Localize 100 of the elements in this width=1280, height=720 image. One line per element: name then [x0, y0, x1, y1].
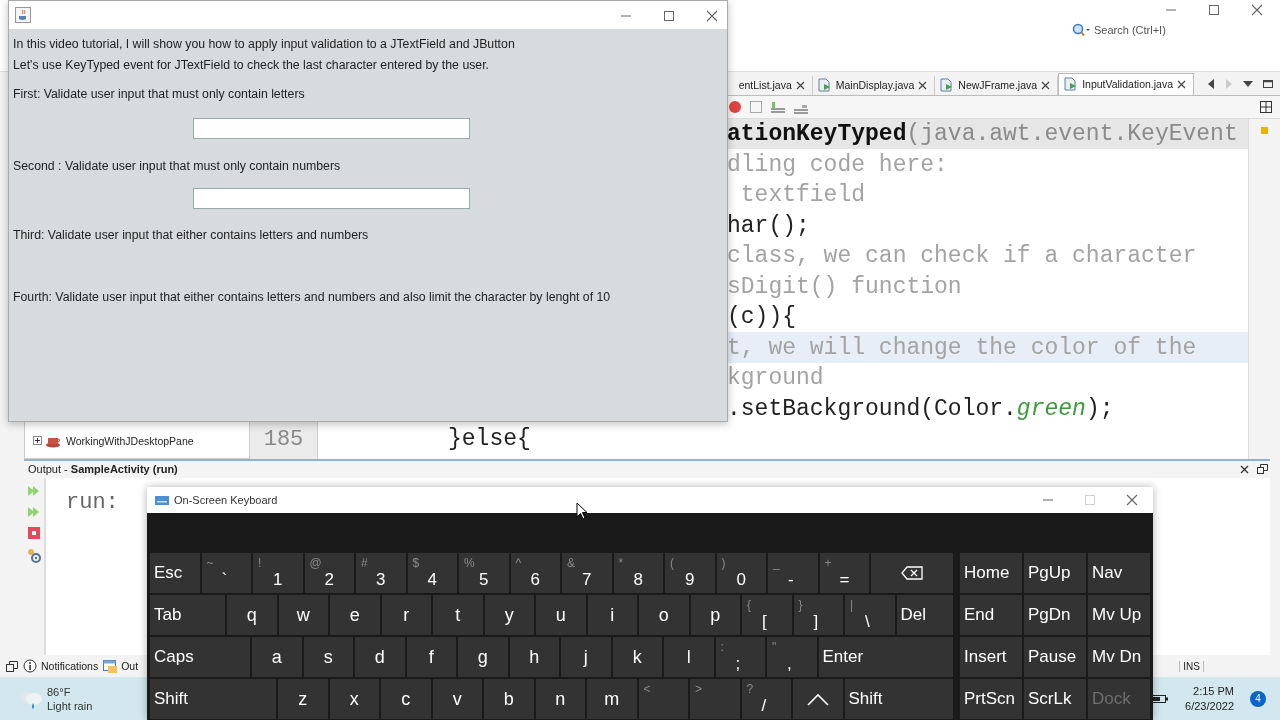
- key[interactable]: Home: [960, 553, 1022, 593]
- close-icon[interactable]: [1240, 464, 1249, 474]
- search-field[interactable]: Search (Ctrl+I): [1072, 23, 1178, 37]
- key[interactable]: a: [252, 637, 302, 677]
- editor-tab[interactable]: NewJFrame.java: [935, 75, 1059, 95]
- key[interactable]: Pause: [1024, 637, 1086, 677]
- key[interactable]: PgUp: [1024, 553, 1086, 593]
- key[interactable]: } ]: [793, 595, 843, 635]
- settings-icon[interactable]: [26, 546, 42, 563]
- key[interactable]: h: [509, 637, 559, 677]
- key[interactable]: : ;: [715, 637, 765, 677]
- key[interactable]: s: [303, 637, 353, 677]
- search-icon[interactable]: [1072, 23, 1090, 37]
- key[interactable]: j: [561, 637, 611, 677]
- clock[interactable]: 2:15 PM 6/23/2022: [1185, 683, 1234, 714]
- key[interactable]: u: [536, 595, 586, 635]
- key[interactable]: { [: [742, 595, 792, 635]
- key[interactable]: ! 1: [253, 553, 303, 593]
- key[interactable]: Esc: [150, 553, 200, 593]
- key[interactable]: Mv Up: [1088, 595, 1150, 635]
- close-icon[interactable]: [1125, 494, 1139, 506]
- key[interactable]: w: [278, 595, 328, 635]
- key[interactable]: r: [381, 595, 431, 635]
- key[interactable]: Shift: [844, 679, 953, 719]
- close-icon[interactable]: [705, 9, 719, 22]
- text-field[interactable]: [193, 118, 470, 139]
- expand-icon[interactable]: [33, 436, 42, 446]
- key[interactable]: " ,: [767, 637, 817, 677]
- maximize-icon[interactable]: [1262, 77, 1274, 90]
- close-icon[interactable]: [1177, 79, 1186, 89]
- up-key[interactable]: [793, 679, 843, 719]
- key[interactable]: ) 0: [716, 553, 766, 593]
- key[interactable]: Caps: [150, 637, 250, 677]
- restore-icon[interactable]: [1257, 464, 1268, 475]
- key[interactable]: ( 9: [665, 553, 715, 593]
- key[interactable]: Shift: [150, 679, 276, 719]
- scroll-left-icon[interactable]: [1206, 77, 1216, 90]
- key[interactable]: i: [587, 595, 637, 635]
- restore-window-icon[interactable]: [6, 660, 18, 672]
- key[interactable]: c: [381, 679, 431, 719]
- key[interactable]: o: [639, 595, 689, 635]
- key[interactable]: m: [587, 679, 637, 719]
- weather-widget[interactable]: 86°F Light rain: [18, 684, 93, 713]
- close-icon[interactable]: [918, 80, 928, 90]
- editor-tab[interactable]: InputValidation.java: [1058, 72, 1194, 95]
- key[interactable]: n: [535, 679, 585, 719]
- key[interactable]: PrtScn: [960, 679, 1022, 719]
- battery-icon[interactable]: [1151, 693, 1170, 704]
- editor-tab[interactable]: entList.java: [736, 75, 813, 95]
- tree-item[interactable]: WorkingWithJDesktopPane: [66, 434, 194, 447]
- notification-badge[interactable]: 4: [1250, 690, 1266, 707]
- key[interactable]: | \: [845, 595, 895, 635]
- key[interactable]: + =: [819, 553, 869, 593]
- key[interactable]: b: [484, 679, 534, 719]
- text-field[interactable]: [193, 188, 470, 209]
- status-item[interactable]: Notifications: [23, 658, 99, 674]
- key[interactable]: f: [406, 637, 456, 677]
- key[interactable]: @ 2: [304, 553, 354, 593]
- key[interactable]: y: [484, 595, 534, 635]
- key[interactable]: _ -: [768, 553, 818, 593]
- key[interactable]: l: [664, 637, 714, 677]
- key[interactable]: ^ 6: [510, 553, 560, 593]
- key[interactable]: Mv Dn: [1088, 637, 1150, 677]
- key[interactable]: PgDn: [1024, 595, 1086, 635]
- key[interactable]: t: [433, 595, 483, 635]
- editor-tab[interactable]: MainDisplay.java: [812, 75, 936, 95]
- key[interactable]: q: [227, 595, 277, 635]
- key[interactable]: # 3: [356, 553, 406, 593]
- key[interactable]: d: [355, 637, 405, 677]
- split-view-icon[interactable]: [1260, 100, 1272, 113]
- key[interactable]: <: [638, 679, 688, 719]
- key[interactable]: & 7: [562, 553, 612, 593]
- key[interactable]: * 8: [613, 553, 663, 593]
- key[interactable]: ? /: [741, 679, 791, 719]
- close-icon[interactable]: [795, 80, 805, 90]
- maximize-icon[interactable]: [662, 9, 676, 22]
- key[interactable]: Insert: [960, 637, 1022, 677]
- key[interactable]: z: [278, 679, 328, 719]
- key[interactable]: % 5: [459, 553, 509, 593]
- comment-lines-icon[interactable]: [770, 99, 786, 114]
- status-item[interactable]: Out: [103, 658, 139, 674]
- key[interactable]: Enter: [818, 637, 953, 677]
- key[interactable]: e: [330, 595, 380, 635]
- key[interactable]: Tab: [150, 595, 225, 635]
- key[interactable]: ScrLk: [1024, 679, 1086, 719]
- key[interactable]: k: [612, 637, 662, 677]
- key[interactable]: Del: [896, 595, 953, 635]
- key[interactable]: End: [960, 595, 1022, 635]
- stop-icon[interactable]: [27, 525, 41, 540]
- key[interactable]: $ 4: [407, 553, 457, 593]
- key[interactable]: p: [690, 595, 740, 635]
- close-icon[interactable]: [1041, 80, 1051, 90]
- key[interactable]: >: [690, 679, 740, 719]
- backspace-key[interactable]: [871, 553, 953, 593]
- key[interactable]: Nav: [1088, 553, 1150, 593]
- key[interactable]: v: [432, 679, 482, 719]
- maximize-icon[interactable]: [1207, 4, 1221, 16]
- key[interactable]: g: [458, 637, 508, 677]
- close-icon[interactable]: [1250, 4, 1264, 16]
- key[interactable]: x: [329, 679, 379, 719]
